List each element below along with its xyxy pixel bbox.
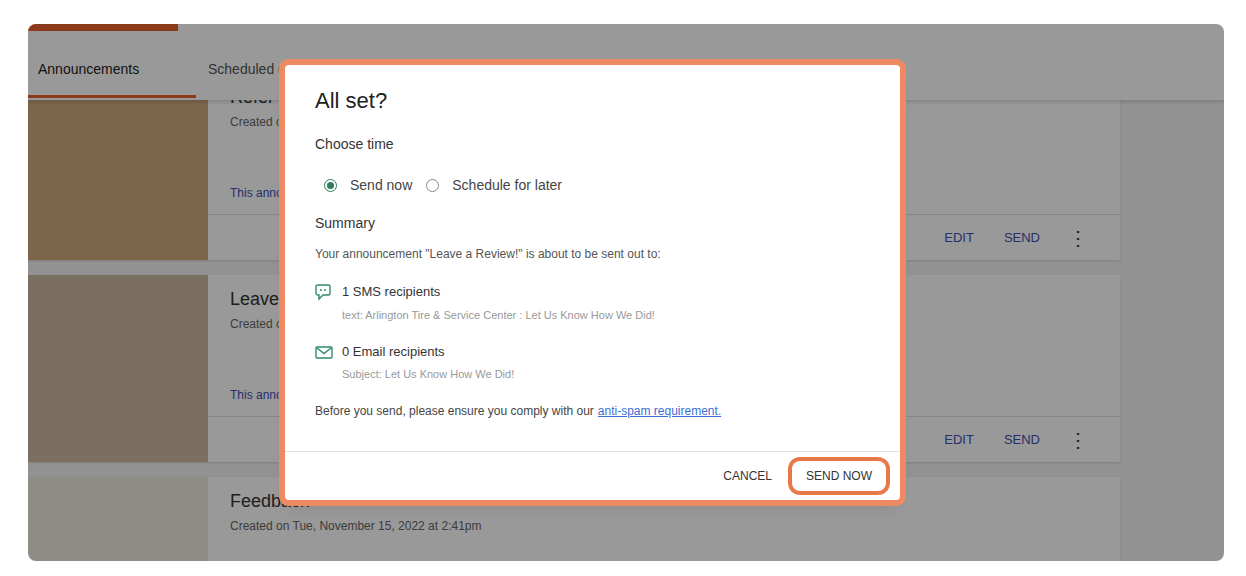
- send-dialog: All set? Choose time Send now Schedule for …: [285, 65, 900, 500]
- recipient-count: 0 Email recipients: [342, 342, 445, 362]
- recipient-detail: Subject: Let Us Know How We Did!: [315, 366, 876, 382]
- dialog-body: All set? Choose time Send now Schedule for …: [285, 65, 900, 452]
- recipient-row: 1 SMS recipients: [315, 282, 876, 302]
- time-option[interactable]: Send now: [324, 175, 412, 196]
- sms-icon-wrap: [315, 283, 333, 301]
- time-option[interactable]: Schedule for later: [426, 175, 562, 196]
- anti-spam-link[interactable]: anti-spam requirement.: [598, 402, 721, 420]
- time-options: Send now Schedule for later: [315, 175, 876, 195]
- time-option-label[interactable]: Send now: [350, 175, 412, 196]
- time-option-label[interactable]: Schedule for later: [452, 175, 562, 196]
- summary-label: Summary: [315, 213, 876, 233]
- choose-time-label: Choose time: [315, 134, 876, 154]
- radio-dot: [327, 182, 334, 189]
- radio-button[interactable]: [324, 179, 337, 192]
- radio-button[interactable]: [426, 179, 439, 192]
- cancel-button[interactable]: CANCEL: [709, 461, 786, 491]
- recipient-detail: text: Arlington Tire & Service Center : …: [315, 307, 876, 323]
- email-icon: [315, 343, 333, 361]
- summary-text: Your announcement "Leave a Review!" is a…: [315, 245, 876, 263]
- notice-text: Before you send, please ensure you compl…: [315, 402, 594, 420]
- email-icon-wrap: [315, 343, 333, 361]
- recipient-row: 0 Email recipients: [315, 342, 876, 362]
- recipient-count: 1 SMS recipients: [342, 282, 440, 302]
- dialog-title: All set?: [315, 87, 876, 115]
- send-now-button[interactable]: SEND NOW: [792, 461, 886, 491]
- sms-icon: [315, 283, 333, 301]
- anti-spam-notice: Before you send, please ensure you compl…: [315, 402, 876, 420]
- dialog-footer: CANCELSEND NOW: [285, 452, 900, 500]
